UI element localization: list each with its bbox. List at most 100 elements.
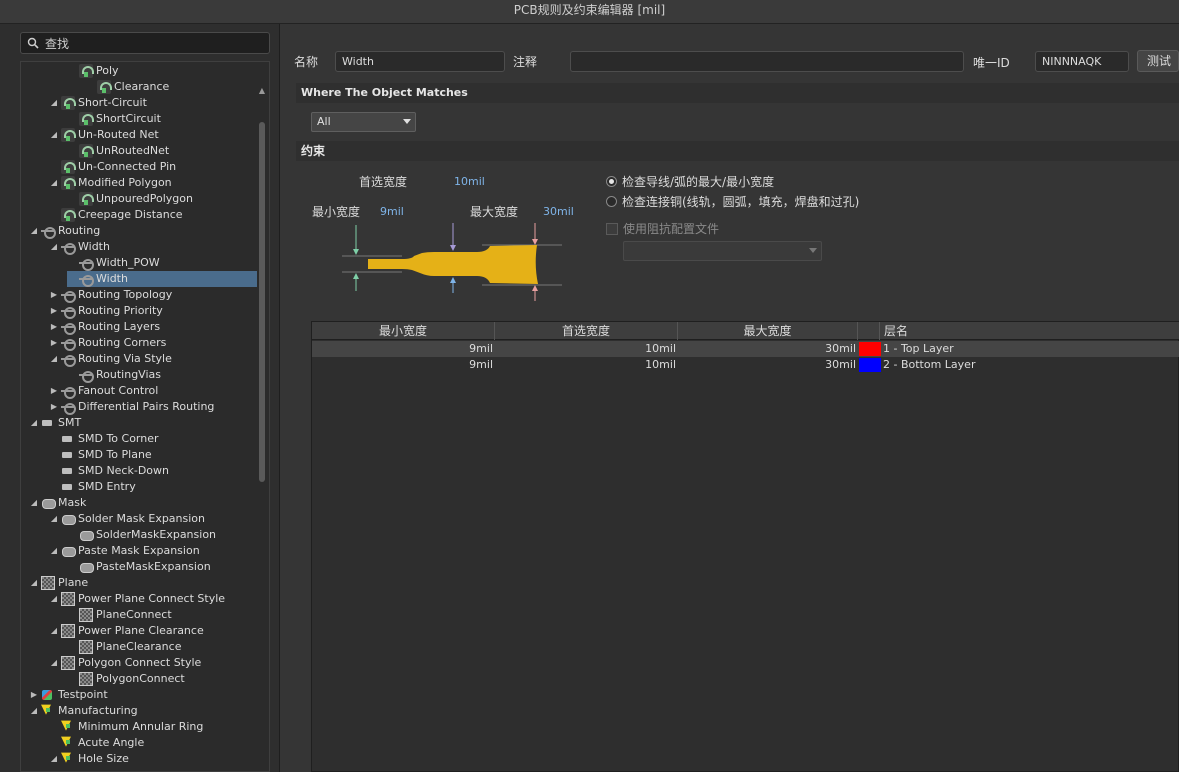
- impedance-profile-checkbox[interactable]: 使用阻抗配置文件: [606, 220, 719, 237]
- comment-field[interactable]: [570, 51, 964, 72]
- tree-item[interactable]: ◢ SMT: [29, 415, 81, 431]
- tree-item-label: Modified Polygon: [78, 176, 172, 189]
- tree-item[interactable]: ▶ Routing Topology: [49, 287, 172, 303]
- tree-item[interactable]: Acute Angle: [49, 734, 144, 751]
- tree-item[interactable]: ◢ Routing: [29, 223, 100, 239]
- tree-item[interactable]: Width: [67, 271, 257, 287]
- collapse-icon[interactable]: ◢: [29, 223, 39, 239]
- tree-item[interactable]: ◢ Un-Routed Net: [49, 127, 159, 143]
- tree-scrollbar[interactable]: ▲: [258, 86, 266, 772]
- tree-item[interactable]: ▶ Testpoint: [29, 687, 108, 703]
- preferred-width-cell[interactable]: 10mil: [495, 357, 676, 373]
- tree-item[interactable]: SMD To Plane: [49, 447, 152, 463]
- tree-item[interactable]: ◢ Paste Mask Expansion: [49, 543, 200, 559]
- col-max-width[interactable]: 最大宽度: [678, 322, 858, 340]
- collapse-icon[interactable]: ◢: [29, 495, 39, 511]
- collapse-icon[interactable]: ◢: [49, 95, 59, 111]
- tree-item[interactable]: ◢ Polygon Connect Style: [49, 655, 201, 671]
- tree-item[interactable]: Un-Connected Pin: [49, 159, 176, 175]
- tree-item[interactable]: ▶ Fanout Control: [49, 383, 158, 399]
- tree-item[interactable]: ◢ Short-Circuit: [49, 95, 147, 111]
- tree-item[interactable]: ▶ Differential Pairs Routing: [49, 399, 214, 415]
- tree-item[interactable]: SMD Entry: [49, 479, 136, 495]
- search-input[interactable]: 查找: [20, 32, 270, 54]
- col-min-width[interactable]: 最小宽度: [312, 322, 495, 340]
- collapse-icon[interactable]: ◢: [49, 655, 59, 671]
- tree-item[interactable]: ◢ Routing Via Style: [49, 351, 172, 367]
- check-copper-radio[interactable]: 检查连接铜(线轨，圆弧，填充，焊盘和过孔): [606, 193, 859, 210]
- collapse-icon[interactable]: ◢: [49, 175, 59, 191]
- collapse-icon[interactable]: ◢: [29, 415, 39, 431]
- tree-item[interactable]: UnRoutedNet: [67, 143, 169, 159]
- expand-icon[interactable]: ▶: [49, 287, 59, 303]
- table-row[interactable]: 9mil 10mil 30mil 2 - Bottom Layer: [312, 357, 1179, 373]
- min-width-cell[interactable]: 9mil: [312, 357, 493, 373]
- min-width-value[interactable]: 9mil: [380, 205, 404, 218]
- scope-select[interactable]: All: [311, 112, 416, 132]
- expand-icon[interactable]: ▶: [49, 383, 59, 399]
- tree-item[interactable]: ◢ Power Plane Connect Style: [49, 591, 225, 607]
- impedance-profile-select[interactable]: [623, 241, 822, 261]
- collapse-icon[interactable]: ◢: [49, 351, 59, 367]
- preferred-width-cell[interactable]: 10mil: [495, 341, 676, 357]
- tree-item[interactable]: ◢ Modified Polygon: [49, 175, 172, 191]
- scroll-up-icon[interactable]: ▲: [258, 86, 266, 96]
- tree-item[interactable]: ▶ Routing Corners: [49, 335, 166, 351]
- max-width-value[interactable]: 30mil: [543, 205, 574, 218]
- tree-item[interactable]: ▶ Routing Layers: [49, 319, 160, 335]
- test-query-button[interactable]: 测试语句: [1137, 50, 1179, 72]
- tree-item[interactable]: SMD To Corner: [49, 431, 159, 447]
- tree-item[interactable]: PlaneClearance: [67, 639, 181, 655]
- preferred-width-value[interactable]: 10mil: [454, 175, 485, 188]
- name-field[interactable]: Width: [335, 51, 505, 72]
- expand-icon[interactable]: ▶: [49, 399, 59, 415]
- expand-icon[interactable]: ▶: [29, 687, 39, 703]
- collapse-icon[interactable]: ◢: [49, 543, 59, 559]
- collapse-icon[interactable]: ◢: [49, 511, 59, 527]
- tree-item[interactable]: ◢ Width: [49, 239, 110, 255]
- tree-item[interactable]: ◢ Hole Size: [49, 750, 129, 767]
- tree-item[interactable]: ◢ Mask: [29, 495, 86, 511]
- table-row[interactable]: 9mil 10mil 30mil 1 - Top Layer: [312, 341, 1179, 357]
- tree-item[interactable]: PlaneConnect: [67, 607, 172, 623]
- tree-item[interactable]: PasteMaskExpansion: [67, 559, 211, 575]
- tree-item[interactable]: Clearance: [85, 79, 169, 95]
- expand-icon[interactable]: ▶: [49, 303, 59, 319]
- layer-width-grid[interactable]: 最小宽度 首选宽度 最大宽度 层名 9mil 10mil 30mil 1 - T…: [311, 321, 1179, 772]
- tree-item[interactable]: Width_POW: [67, 255, 160, 271]
- tree-item[interactable]: ◢ Solder Mask Expansion: [49, 511, 205, 527]
- tree-item[interactable]: ShortCircuit: [67, 111, 161, 127]
- collapse-icon[interactable]: ◢: [29, 703, 39, 719]
- tree-item[interactable]: PolygonConnect: [67, 671, 185, 687]
- check-trace-width-radio[interactable]: 检查导线/弧的最大/最小宽度: [606, 173, 774, 190]
- collapse-icon[interactable]: ◢: [49, 127, 59, 143]
- max-width-cell[interactable]: 30mil: [678, 341, 856, 357]
- tree-item[interactable]: ◢ Power Plane Clearance: [49, 623, 204, 639]
- rule-icon: [79, 192, 94, 206]
- tree-item[interactable]: ◢ Plane: [29, 575, 88, 591]
- tree-item[interactable]: Poly: [67, 63, 119, 79]
- scroll-thumb[interactable]: [259, 122, 265, 482]
- max-width-cell[interactable]: 30mil: [678, 357, 856, 373]
- collapse-icon[interactable]: ◢: [49, 591, 59, 607]
- tree-item[interactable]: RoutingVias: [67, 367, 161, 383]
- tree-item[interactable]: UnpouredPolygon: [67, 191, 193, 207]
- collapse-icon[interactable]: ◢: [49, 751, 59, 767]
- tree-item[interactable]: Creepage Distance: [49, 207, 183, 223]
- rules-tree[interactable]: Poly Clearance ◢ Short-Circuit ShortCircuit ◢…: [20, 61, 270, 772]
- collapse-icon[interactable]: ◢: [49, 623, 59, 639]
- tree-item[interactable]: ▶ Routing Priority: [49, 303, 163, 319]
- uid-field[interactable]: NINNNAQK: [1035, 51, 1129, 72]
- col-preferred-width[interactable]: 首选宽度: [495, 322, 678, 340]
- collapse-icon[interactable]: ◢: [49, 239, 59, 255]
- tree-item[interactable]: Minimum Annular Ring: [49, 718, 203, 735]
- expand-icon[interactable]: ▶: [49, 319, 59, 335]
- min-width-cell[interactable]: 9mil: [312, 341, 493, 357]
- tree-item[interactable]: ◢ Manufacturing: [29, 702, 138, 719]
- collapse-icon[interactable]: ◢: [29, 575, 39, 591]
- where-header: Where The Object Matches: [296, 83, 1179, 103]
- tree-item[interactable]: SMD Neck-Down: [49, 463, 169, 479]
- col-layer-name[interactable]: 层名: [880, 322, 1179, 340]
- tree-item[interactable]: SolderMaskExpansion: [67, 527, 216, 543]
- expand-icon[interactable]: ▶: [49, 335, 59, 351]
